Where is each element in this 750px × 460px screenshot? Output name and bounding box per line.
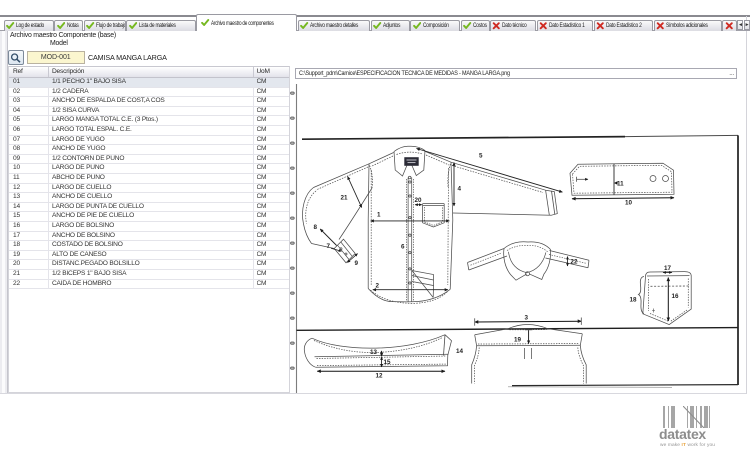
- svg-text:12: 12: [376, 373, 384, 380]
- svg-text:6: 6: [401, 244, 405, 251]
- svg-text:10: 10: [625, 200, 633, 207]
- svg-text:3: 3: [525, 315, 529, 322]
- svg-text:20: 20: [415, 197, 423, 204]
- svg-text:22: 22: [571, 259, 579, 266]
- svg-text:9: 9: [355, 260, 359, 267]
- svg-text:11: 11: [617, 181, 624, 188]
- svg-text:7: 7: [327, 243, 331, 250]
- svg-text:13: 13: [370, 349, 378, 356]
- svg-text:17: 17: [664, 265, 672, 272]
- svg-text:18: 18: [630, 297, 638, 304]
- svg-text:15: 15: [384, 359, 392, 366]
- svg-text:14: 14: [456, 348, 464, 355]
- svg-text:4: 4: [458, 186, 462, 193]
- svg-text:5: 5: [479, 153, 483, 160]
- svg-text:21: 21: [341, 195, 349, 202]
- svg-text:8: 8: [314, 224, 318, 231]
- svg-text:1: 1: [377, 212, 381, 219]
- svg-text:19: 19: [514, 336, 522, 343]
- svg-text:2: 2: [376, 283, 380, 290]
- svg-text:16: 16: [672, 293, 680, 300]
